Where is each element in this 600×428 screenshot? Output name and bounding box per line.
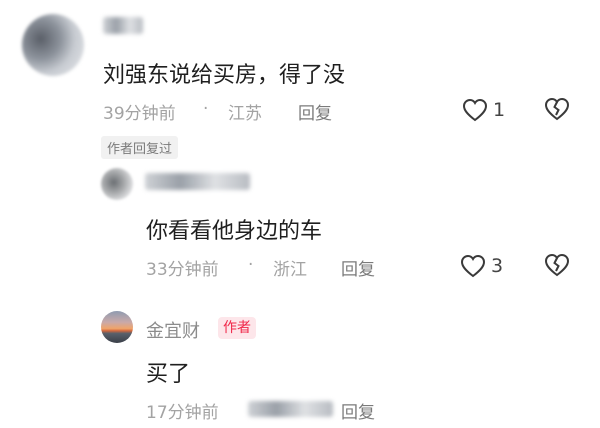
comment-text: 买了 (146, 362, 191, 387)
comment-text: 刘强东说给买房，得了没 (103, 63, 346, 88)
heart-outline-icon (462, 98, 488, 122)
like-count: 3 (491, 255, 504, 277)
broken-heart-icon[interactable] (544, 253, 570, 277)
reply-button[interactable]: 回复 (341, 255, 375, 280)
comment-location: 江苏 (228, 104, 262, 124)
commenter-name-blurred[interactable] (103, 17, 143, 34)
reply-name-blurred[interactable] (145, 173, 250, 190)
comment-location: 浙江 (273, 260, 307, 280)
comment-time: 17分钟前 (146, 403, 219, 423)
broken-heart-icon[interactable] (544, 97, 570, 121)
reply-button[interactable]: 回复 (298, 99, 332, 124)
comment-time: 33分钟前 (146, 260, 219, 280)
comment-time: 39分钟前 (103, 104, 176, 124)
reply-button[interactable]: 回复 (341, 398, 375, 423)
like-button[interactable]: 3 (460, 252, 520, 280)
heart-outline-icon (460, 254, 486, 278)
author-replied-badge: 作者回复过 (101, 136, 179, 159)
meta-separator: · (248, 255, 254, 275)
author-avatar[interactable] (101, 311, 133, 343)
author-tag: 作者 (218, 317, 256, 339)
comment-text: 你看看他身边的车 (146, 219, 323, 244)
like-count: 1 (493, 99, 506, 121)
author-name[interactable]: 金宜财 (146, 317, 200, 343)
meta-separator: · (203, 99, 209, 119)
location-blurred (248, 401, 333, 417)
like-button[interactable]: 1 (462, 96, 522, 124)
reply-avatar[interactable] (101, 168, 133, 200)
commenter-avatar[interactable] (22, 14, 84, 76)
